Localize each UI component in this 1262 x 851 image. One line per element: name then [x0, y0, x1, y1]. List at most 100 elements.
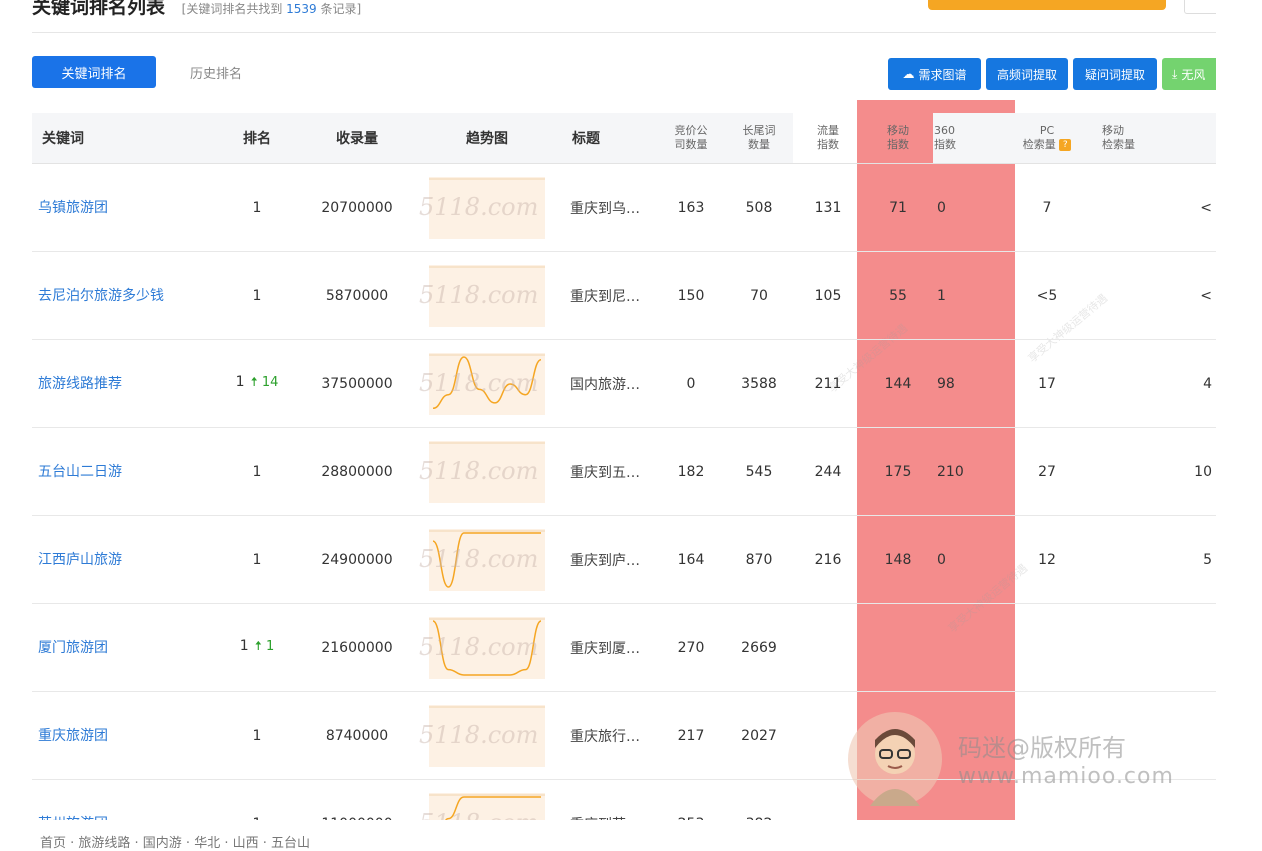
mobile-index-cell: 148 — [863, 515, 933, 604]
mobile-search-cell: 5 — [1101, 515, 1216, 604]
trend-cell[interactable]: 5118.com — [412, 251, 562, 340]
col-rank[interactable]: 排名 — [212, 113, 302, 164]
pc-search-cell: 12 — [993, 515, 1101, 604]
tab-history-ranking[interactable]: 历史排名 — [190, 56, 242, 88]
mobile-index-cell: 71 — [863, 163, 933, 252]
trend-chart[interactable]: 5118.com — [419, 704, 545, 767]
question-words-button[interactable]: 疑问词提取 — [1073, 58, 1157, 90]
trend-chart[interactable]: 5118.com — [419, 528, 545, 591]
trend-cell[interactable]: 5118.com — [412, 339, 562, 428]
trend-chart[interactable]: 5118.com — [419, 352, 545, 415]
watermark-avatar — [848, 712, 942, 806]
mobile-search-cell: 10 — [1101, 427, 1216, 516]
longtail-cell: 382 — [725, 779, 793, 820]
traffic-index-cell: 131 — [793, 163, 863, 252]
title-divider — [32, 32, 1216, 33]
bid-cell: 182 — [657, 427, 725, 516]
indexed-cell: 37500000 — [302, 339, 412, 428]
trend-chart[interactable]: 5118.com — [419, 264, 545, 327]
title-cell[interactable]: 重庆到五… — [562, 427, 657, 516]
longtail-cell: 508 — [725, 163, 793, 252]
export-button[interactable]: ⤓ 无风 — [1162, 58, 1216, 90]
keyword-ranking-panel: 关键词排名列表 [关键词排名共找到 1539 条记录] 关键词排名 历史排名 ☁… — [18, 0, 1216, 820]
keyword-link[interactable]: 苏州旅游团 — [32, 779, 212, 820]
trend-cell[interactable]: 5118.com — [412, 779, 562, 820]
top-secondary-button[interactable] — [1184, 0, 1216, 14]
col-360-index[interactable]: 360 指数 — [933, 113, 993, 164]
traffic-index-cell: 244 — [793, 427, 863, 516]
trend-cell[interactable]: 5118.com — [412, 427, 562, 516]
mobile-search-cell: 4 — [1101, 339, 1216, 428]
longtail-cell: 2669 — [725, 603, 793, 692]
col-indexed[interactable]: 收录量 — [302, 113, 412, 164]
indexed-cell: 28800000 — [302, 427, 412, 516]
watermark-name: 码迷@版权所有 — [958, 734, 1126, 762]
rank-up-icon: 🠅 14 — [250, 374, 279, 390]
index-360-cell: 0 — [933, 515, 993, 604]
top-action-button[interactable] — [928, 0, 1166, 10]
trend-cell[interactable]: 5118.com — [412, 691, 562, 780]
index-360-cell: 98 — [933, 339, 993, 428]
keyword-link[interactable]: 五台山二日游 — [32, 427, 212, 516]
title-cell[interactable]: 重庆旅行… — [562, 691, 657, 780]
col-traffic-index[interactable]: 流量 指数 — [793, 113, 863, 164]
trend-cell[interactable]: 5118.com — [412, 515, 562, 604]
col-mobile-search[interactable]: 移动 检索量 — [1101, 113, 1216, 164]
mobile-search-cell — [1101, 603, 1216, 692]
keyword-link[interactable]: 去尼泊尔旅游多少钱 — [32, 251, 212, 340]
rank-cell: 1 — [212, 515, 302, 604]
rank-cell: 1 — [212, 779, 302, 820]
col-pc-search[interactable]: PC 检索量 ? — [993, 113, 1101, 164]
table-row: 去尼泊尔旅游多少钱 1 5870000 5118.com 重庆到尼… 150 7… — [32, 251, 1216, 340]
bid-cell: 164 — [657, 515, 725, 604]
traffic-index-cell: 211 — [793, 339, 863, 428]
trend-cell[interactable]: 5118.com — [412, 603, 562, 692]
col-trend: 趋势图 — [412, 113, 562, 164]
mobile-index-cell: 55 — [863, 251, 933, 340]
traffic-index-cell — [793, 603, 863, 692]
index-360-cell: 0 — [933, 163, 993, 252]
title-cell[interactable]: 重庆到厦… — [562, 603, 657, 692]
title-cell[interactable]: 重庆到尼… — [562, 251, 657, 340]
pc-search-cell: <5 — [993, 251, 1101, 340]
col-mobile-index[interactable]: 移动 指数 — [863, 113, 933, 164]
rank-cell: 1 — [212, 427, 302, 516]
bid-cell: 163 — [657, 163, 725, 252]
trend-chart[interactable]: 5118.com — [419, 616, 545, 679]
rank-cell: 1 — [212, 691, 302, 780]
high-freq-button[interactable]: 高频词提取 — [986, 58, 1068, 90]
download-icon: ⤓ — [1172, 66, 1178, 81]
traffic-index-cell: 105 — [793, 251, 863, 340]
mobile-index-cell: 144 — [863, 339, 933, 428]
title-cell[interactable]: 重庆到苏… — [562, 779, 657, 820]
col-bid-companies[interactable]: 竞价公 司数量 — [657, 113, 725, 164]
index-360-cell — [933, 603, 993, 692]
indexed-cell: 8740000 — [302, 691, 412, 780]
keyword-link[interactable]: 旅游线路推荐 — [32, 339, 212, 428]
rank-up-icon: 🠅 1 — [254, 638, 275, 654]
trend-chart[interactable]: 5118.com — [419, 440, 545, 503]
keyword-link[interactable]: 乌镇旅游团 — [32, 163, 212, 252]
tab-keyword-ranking[interactable]: 关键词排名 — [32, 56, 156, 88]
demand-graph-button[interactable]: ☁ 需求图谱 — [888, 58, 981, 90]
record-count: [关键词排名共找到 1539 条记录] — [181, 2, 362, 16]
keyword-link[interactable]: 重庆旅游团 — [32, 691, 212, 780]
col-keyword[interactable]: 关键词 — [32, 113, 212, 164]
index-360-cell: 1 — [933, 251, 993, 340]
title-cell[interactable]: 国内旅游… — [562, 339, 657, 428]
help-icon[interactable]: ? — [1059, 139, 1072, 151]
col-long-tail[interactable]: 长尾词 数量 — [725, 113, 793, 164]
bid-cell: 253 — [657, 779, 725, 820]
trend-cell[interactable]: 5118.com — [412, 163, 562, 252]
keyword-link[interactable]: 厦门旅游团 — [32, 603, 212, 692]
mobile-search-cell: < — [1101, 251, 1216, 340]
keyword-link[interactable]: 江西庐山旅游 — [32, 515, 212, 604]
title-cell[interactable]: 重庆到乌… — [562, 163, 657, 252]
trend-chart[interactable]: 5118.com — [419, 176, 545, 239]
indexed-cell: 24900000 — [302, 515, 412, 604]
longtail-cell: 545 — [725, 427, 793, 516]
table-row: 厦门旅游团 1 🠅 1 21600000 5118.com 重庆到厦… 270 2… — [32, 603, 1216, 692]
trend-chart[interactable]: 5118.com — [419, 792, 545, 820]
bid-cell: 217 — [657, 691, 725, 780]
title-cell[interactable]: 重庆到庐… — [562, 515, 657, 604]
